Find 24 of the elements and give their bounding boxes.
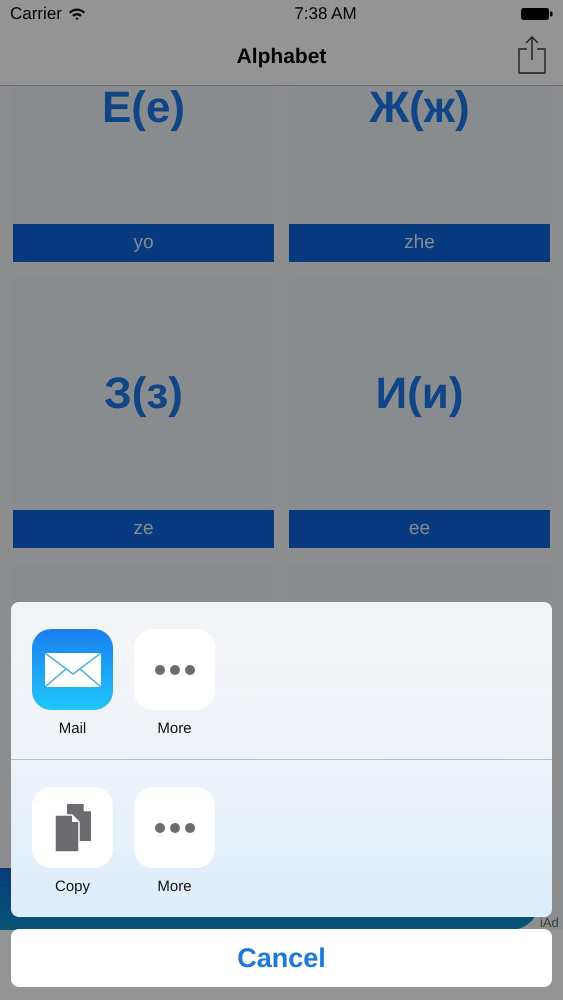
ad-label: iAd <box>540 915 559 930</box>
share-action-label: Mail <box>58 720 86 737</box>
mail-app-icon[interactable] <box>32 629 113 710</box>
clock-time: 7:38 AM <box>294 4 357 24</box>
letter-text: И(и) <box>376 368 464 418</box>
copy-icon[interactable] <box>32 787 113 868</box>
battery-icon <box>521 7 553 21</box>
share-action-label: Copy <box>54 878 90 895</box>
pronunciation-text: ze <box>133 518 154 540</box>
pronunciation-text: ee <box>408 518 430 540</box>
pronunciation-text: zhe <box>404 232 435 254</box>
more-icon[interactable] <box>134 787 215 868</box>
share-action-label: More <box>157 720 192 737</box>
more-icon[interactable] <box>134 629 215 710</box>
pronunciation-text: yo <box>133 232 154 254</box>
letter-text: Ж(ж) <box>369 86 470 132</box>
cancel-button[interactable]: Cancel <box>11 929 552 987</box>
wifi-icon <box>68 7 86 21</box>
carrier-label: Carrier <box>10 4 62 24</box>
letter-text: З(з) <box>104 368 183 418</box>
letter-text: Е(е) <box>102 86 186 132</box>
share-action-label: More <box>157 878 192 895</box>
nav-title: Alphabet <box>236 44 326 68</box>
share-icon[interactable] <box>517 36 547 74</box>
